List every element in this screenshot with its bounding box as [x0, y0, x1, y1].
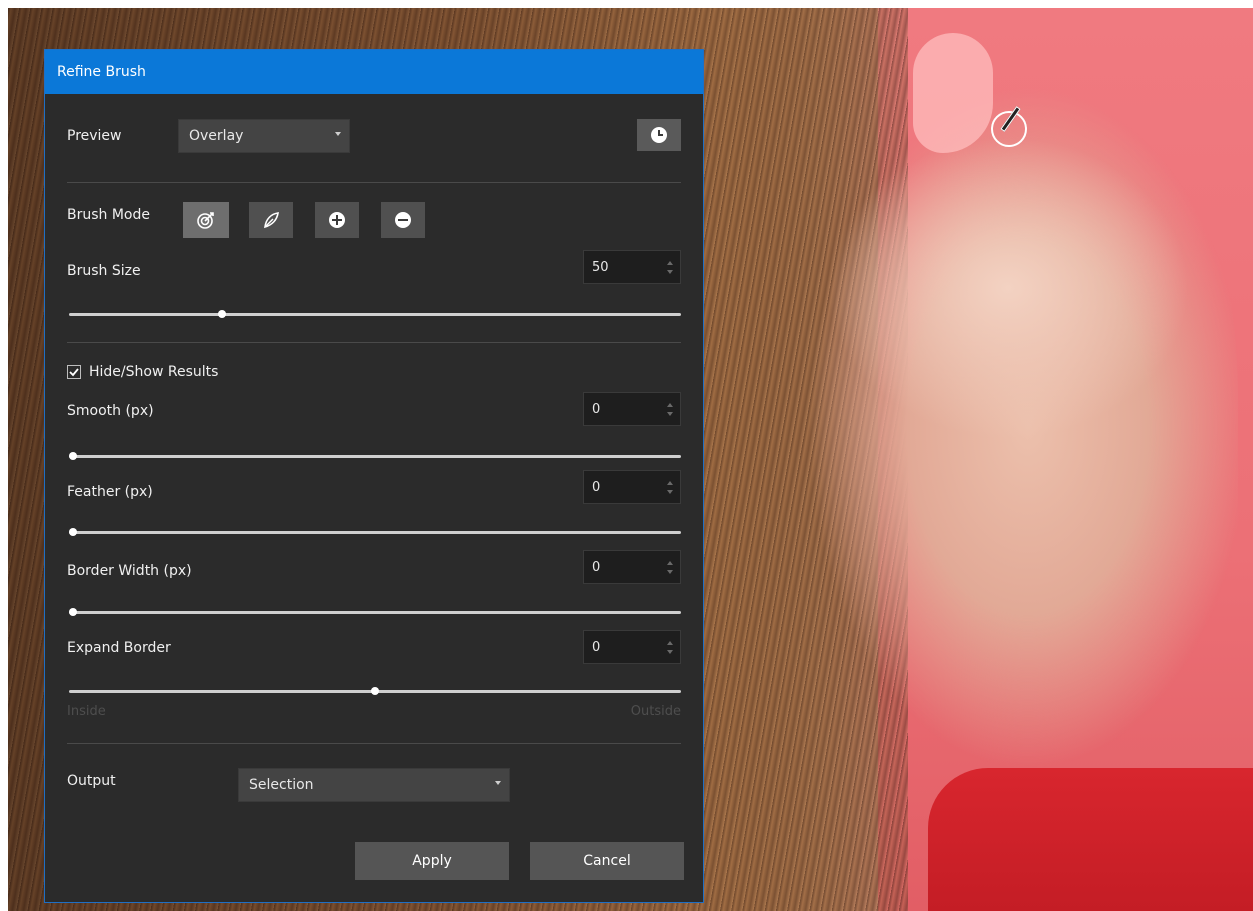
checkmark-icon — [69, 368, 79, 377]
chevron-down-icon — [495, 781, 501, 785]
dialog-titlebar[interactable]: Refine Brush — [45, 50, 703, 94]
brush-mode-subtract-button[interactable] — [381, 202, 425, 238]
preview-dropdown[interactable]: Overlay — [178, 119, 350, 153]
hide-show-checkbox[interactable] — [67, 365, 81, 379]
selection-overlay — [913, 33, 993, 153]
brush-size-input[interactable]: 50 — [583, 250, 681, 284]
expand-border-max-label: Outside — [630, 704, 681, 719]
cancel-button[interactable]: Cancel — [530, 842, 684, 880]
divider — [67, 182, 681, 183]
slider-thumb[interactable] — [371, 687, 379, 695]
chevron-down-icon — [335, 132, 341, 136]
spin-down-icon[interactable] — [667, 490, 673, 494]
hide-show-label: Hide/Show Results — [89, 364, 219, 380]
brush-mode-label: Brush Mode — [67, 207, 150, 223]
output-dropdown[interactable]: Selection — [238, 768, 510, 802]
target-brush-icon — [197, 212, 214, 229]
brush-mode-add-button[interactable] — [315, 202, 359, 238]
smooth-input[interactable]: 0 — [583, 392, 681, 426]
border-width-value: 0 — [592, 559, 601, 575]
output-value: Selection — [249, 777, 314, 793]
expand-border-slider[interactable] — [69, 687, 681, 695]
photo-hand — [798, 28, 1238, 848]
spin-down-icon[interactable] — [667, 412, 673, 416]
border-width-input[interactable]: 0 — [583, 550, 681, 584]
output-label: Output — [67, 773, 116, 789]
preview-label: Preview — [67, 128, 122, 144]
apply-button[interactable]: Apply — [355, 842, 509, 880]
slider-thumb[interactable] — [69, 452, 77, 460]
divider — [67, 342, 681, 343]
expand-border-input[interactable]: 0 — [583, 630, 681, 664]
hide-show-checkbox-row[interactable]: Hide/Show Results — [67, 364, 218, 380]
preview-value: Overlay — [189, 128, 244, 144]
brush-mode-feather-button[interactable] — [249, 202, 293, 238]
dialog-title: Refine Brush — [57, 64, 146, 80]
photo-sweater — [928, 768, 1253, 911]
spin-up-icon[interactable] — [667, 403, 673, 407]
smooth-slider[interactable] — [69, 452, 681, 460]
feather-brush-icon — [264, 212, 279, 229]
brush-size-slider[interactable] — [69, 310, 681, 318]
apply-label: Apply — [412, 853, 452, 869]
border-width-label: Border Width (px) — [67, 563, 192, 579]
expand-border-label: Expand Border — [67, 640, 171, 656]
spin-up-icon[interactable] — [667, 561, 673, 565]
spin-up-icon[interactable] — [667, 261, 673, 265]
minus-circle-icon — [395, 212, 411, 228]
spin-down-icon[interactable] — [667, 570, 673, 574]
spin-up-icon[interactable] — [667, 481, 673, 485]
cancel-label: Cancel — [583, 853, 631, 869]
expand-border-min-label: Inside — [67, 704, 106, 719]
smooth-value: 0 — [592, 401, 601, 417]
slider-thumb[interactable] — [69, 528, 77, 536]
brush-mode-target-button[interactable] — [183, 202, 229, 238]
refine-brush-dialog: Refine Brush Preview Overlay Brush Mode — [44, 49, 704, 903]
spin-down-icon[interactable] — [667, 270, 673, 274]
feather-input[interactable]: 0 — [583, 470, 681, 504]
slider-thumb[interactable] — [218, 310, 226, 318]
history-button[interactable] — [637, 119, 681, 151]
brush-size-label: Brush Size — [67, 263, 141, 279]
expand-border-value: 0 — [592, 639, 601, 655]
feather-value: 0 — [592, 479, 601, 495]
feather-label: Feather (px) — [67, 484, 153, 500]
smooth-label: Smooth (px) — [67, 403, 154, 419]
clock-icon — [651, 127, 667, 143]
plus-circle-icon — [329, 212, 345, 228]
feather-slider[interactable] — [69, 528, 681, 536]
brush-size-value: 50 — [592, 259, 609, 275]
spin-down-icon[interactable] — [667, 650, 673, 654]
divider — [67, 743, 681, 744]
slider-thumb[interactable] — [69, 608, 77, 616]
border-width-slider[interactable] — [69, 608, 681, 616]
spin-up-icon[interactable] — [667, 641, 673, 645]
brush-cursor-icon — [991, 106, 1027, 147]
